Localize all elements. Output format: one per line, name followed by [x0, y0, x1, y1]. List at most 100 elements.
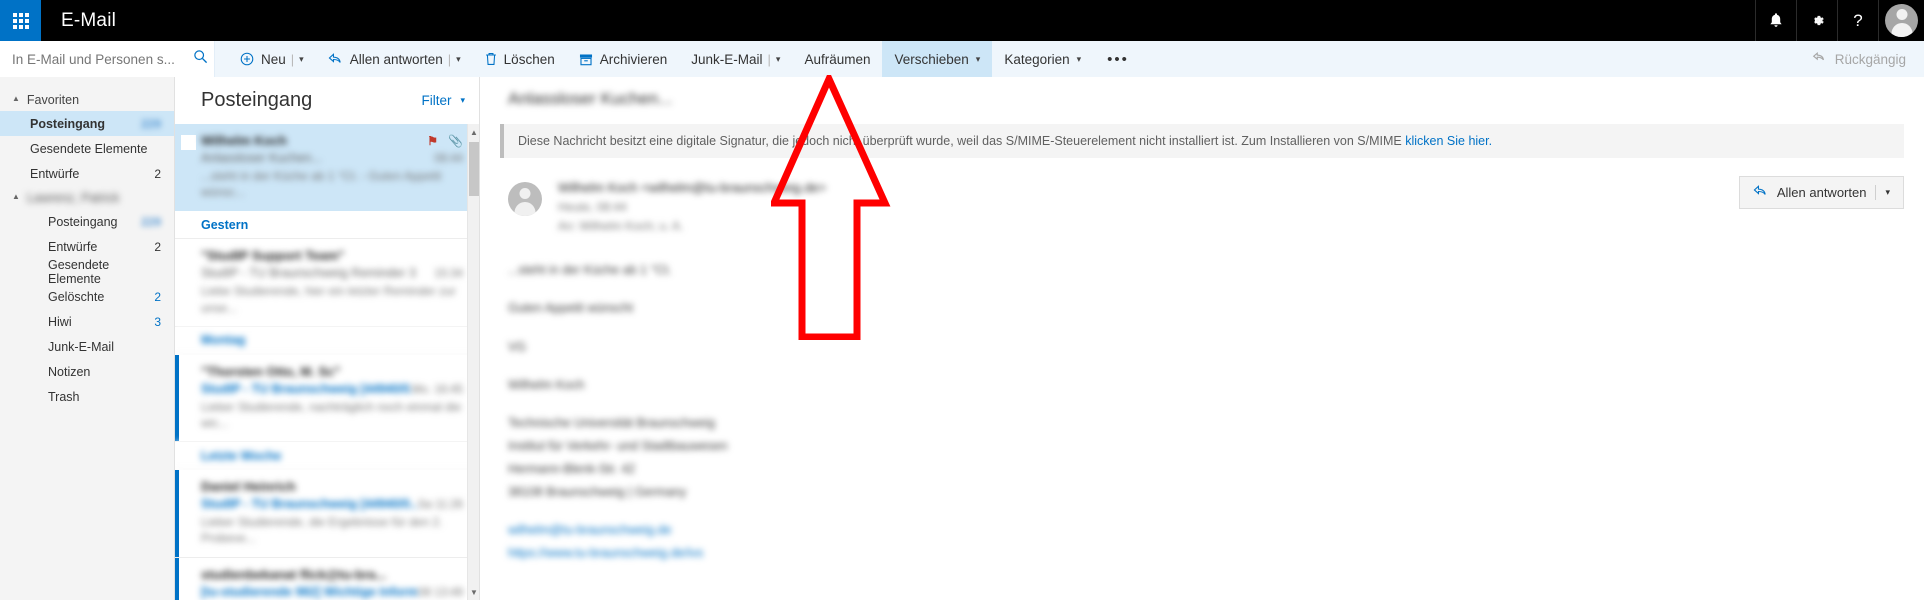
scrollbar-thumb[interactable]: [469, 142, 479, 196]
chevron-down-icon[interactable]: ▾: [1885, 187, 1890, 198]
chevron-down-icon[interactable]: ▾: [1077, 54, 1082, 65]
message-line-subject: StudIP - TU Braunschweig Reminder 3 15:3…: [201, 266, 463, 280]
sidebar-item-geloeschte-elemente[interactable]: Gelöschte Elemente 2: [0, 284, 174, 309]
sidebar-item-posteingang-fav[interactable]: Posteingang 229: [0, 111, 174, 136]
date-group-header-letzte-woche: Letzte Woche: [175, 442, 479, 471]
sidebar-item-junk-email[interactable]: Junk-E-Mail: [0, 334, 174, 359]
toolbar-reply-all-button[interactable]: Allen antworten | ▾: [316, 41, 473, 77]
folder-label: Gelöschte Elemente: [48, 289, 108, 304]
split-divider: |: [290, 51, 295, 67]
message-from: Wilhelm Koch <wilhelm@tu-braunschweig.de…: [558, 180, 827, 196]
date-group-label: Gestern: [201, 217, 249, 232]
sidebar-item-posteingang[interactable]: Posteingang 229: [0, 209, 174, 234]
message-subject: Anlassloser Kuchen...: [201, 151, 322, 165]
search-input[interactable]: [12, 51, 189, 67]
toolbar-items: Neu | ▾ Allen antworten | ▾ Löschen Arch…: [215, 41, 1924, 77]
smime-install-link[interactable]: klicken Sie hier.: [1405, 134, 1492, 148]
filter-button[interactable]: Filter ▾: [421, 93, 465, 108]
sidebar-item-notizen[interactable]: Notizen: [0, 359, 174, 384]
account-name-label: Lawrenz, Patrick: [26, 190, 120, 205]
folder-unread-count: 3: [154, 314, 161, 329]
message-preview: ...steht in der Küche ab 1 °Ct. - Guten …: [201, 169, 442, 200]
chevron-up-icon: ▲: [12, 94, 20, 103]
search-box[interactable]: [0, 41, 215, 77]
reply-all-icon: [1753, 184, 1768, 201]
sidebar-item-entwuerfe[interactable]: Entwürfe 2: [0, 234, 174, 259]
message-subject: StudIP - TU Braunschweig Reminder 3: [201, 266, 416, 281]
command-bar: Neu | ▾ Allen antworten | ▾: [0, 41, 1924, 77]
suite-header-bar: E-Mail ?: [0, 0, 1924, 41]
body-paragraph: Guten Appetit wünscht: [508, 301, 634, 316]
chevron-down-icon[interactable]: ▾: [976, 54, 981, 65]
folder-label: Hiwi: [48, 314, 72, 329]
toolbar-archive-button[interactable]: Archivieren: [567, 41, 680, 77]
message-list-scrollbar[interactable]: ▲ ▼: [467, 124, 479, 600]
waffle-grid-icon: [12, 12, 29, 29]
reply-all-button[interactable]: Allen antworten ▾: [1738, 176, 1904, 210]
reply-all-icon: [328, 52, 343, 66]
undo-label: Rückgängig: [1834, 51, 1906, 67]
message-sender: "Thorsten Otto, M. Sc": [201, 363, 341, 379]
search-icon[interactable]: [193, 49, 208, 69]
message-select-checkbox[interactable]: [181, 135, 196, 150]
folder-label: Gesendete Elemente: [48, 257, 110, 286]
list-item[interactable]: studienbekanat flick@tu-bra... [tu-studi…: [175, 557, 479, 600]
list-item[interactable]: "Thorsten Otto, M. Sc" StudIP - TU Braun…: [175, 354, 479, 443]
toolbar-new-label: Neu: [261, 51, 286, 67]
body-signature-name: Wilhelm Koch: [508, 377, 585, 392]
message-line-sender: "Thorsten Otto, M. Sc": [201, 364, 463, 379]
folder-unread-count: 2: [154, 166, 161, 181]
message-line-sender: Wilhelm Koch ⚑ 📎: [201, 133, 463, 148]
chevron-down-icon[interactable]: ▾: [456, 54, 461, 65]
date-group-header-gestern: Gestern: [175, 211, 479, 240]
undo-button[interactable]: Rückgängig: [1800, 41, 1924, 77]
list-item[interactable]: "StudIP Support Team" StudIP - TU Brauns…: [175, 239, 479, 327]
toolbar-move-button[interactable]: Verschieben ▾: [882, 41, 993, 77]
attachment-icon: 📎: [448, 134, 463, 148]
folder-label: Entwürfe: [48, 239, 98, 254]
sender-avatar: [508, 182, 542, 217]
ellipsis-icon: •••: [1107, 50, 1129, 68]
message-sender: Wilhelm Koch: [201, 133, 287, 148]
sidebar-item-trash[interactable]: Trash: [0, 384, 174, 409]
message-line-subject: Anlassloser Kuchen... 08:44: [201, 151, 463, 165]
toolbar-archive-label: Archivieren: [599, 51, 668, 67]
sidebar-item-gesendete-elemente[interactable]: Gesendete Elemente: [0, 257, 174, 286]
chevron-down-icon[interactable]: ▾: [776, 54, 781, 65]
toolbar-junk-button[interactable]: Junk-E-Mail | ▾: [679, 41, 792, 77]
toolbar-new-button[interactable]: Neu | ▾: [228, 41, 316, 77]
message-body: ...steht in der Küche ab 1 °Ct. Guten Ap…: [480, 233, 1924, 565]
scroll-up-arrow-icon[interactable]: ▲: [468, 124, 479, 140]
scroll-down-arrow-icon[interactable]: ▼: [468, 584, 479, 600]
toolbar-overflow-button[interactable]: •••: [1093, 41, 1143, 77]
gear-icon[interactable]: [1796, 0, 1837, 41]
folder-group-label: Favoriten: [26, 92, 80, 107]
folder-label: Trash: [48, 389, 80, 404]
sidebar-item-gesendete-elemente-fav[interactable]: Gesendete Elemente: [0, 136, 174, 161]
question-mark-icon[interactable]: ?: [1837, 0, 1878, 41]
reading-pane: Anlassloser Kuchen... Diese Nachricht be…: [480, 77, 1924, 600]
toolbar-cleanup-button[interactable]: Aufräumen: [792, 41, 882, 77]
message-time: 15:34: [434, 268, 463, 281]
sidebar-item-entwuerfe-fav[interactable]: Entwürfe 2: [0, 161, 174, 186]
message-flags: ⚑ 📎: [427, 134, 463, 148]
folder-label: Posteingang: [48, 214, 118, 229]
flag-icon[interactable]: ⚑: [427, 134, 438, 148]
user-avatar-image: [1885, 4, 1918, 37]
avatar[interactable]: [1878, 0, 1924, 41]
folder-group-account[interactable]: ▲ Lawrenz, Patrick: [0, 186, 174, 209]
toolbar-reply-all-label: Allen antworten: [349, 51, 443, 67]
bell-icon[interactable]: [1755, 0, 1796, 41]
list-item[interactable]: Daniel Heinrich StudIP - TU Braunschweig…: [175, 470, 479, 558]
sidebar-item-hiwi[interactable]: Hiwi 3: [0, 309, 174, 334]
outlook-web-app: E-Mail ? In E-Mail und Personen s... Neu…: [0, 0, 1924, 600]
app-launcher-waffle-icon[interactable]: [0, 0, 41, 41]
message-list-pane: Posteingang Filter ▾ Wilhelm Koch ⚑ 📎 An…: [175, 77, 480, 600]
toolbar-categories-button[interactable]: Kategorien ▾: [992, 41, 1093, 77]
message-list-scroll-area: Wilhelm Koch ⚑ 📎 Anlassloser Kuchen... 0…: [175, 124, 479, 600]
message-preview: Lieber Studierende, nachträglich noch ei…: [201, 399, 462, 430]
list-item[interactable]: Wilhelm Koch ⚑ 📎 Anlassloser Kuchen... 0…: [175, 124, 479, 212]
toolbar-delete-button[interactable]: Löschen: [473, 41, 567, 77]
chevron-down-icon[interactable]: ▾: [299, 54, 304, 65]
folder-group-favoriten[interactable]: ▲ Favoriten: [0, 88, 174, 111]
